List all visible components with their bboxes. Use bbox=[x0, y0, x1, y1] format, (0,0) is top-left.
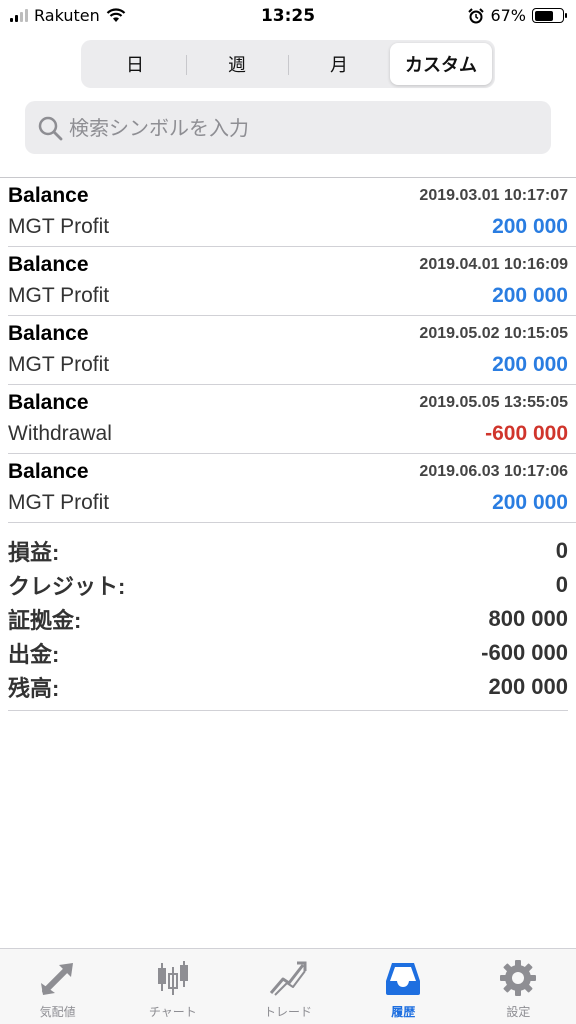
deal-row[interactable]: Balance 2019.05.05 13:55:05 Withdrawal -… bbox=[8, 385, 576, 454]
tab-chart[interactable]: チャート bbox=[115, 949, 230, 1024]
summary-label: 証拠金: bbox=[8, 608, 82, 633]
quotes-icon bbox=[40, 963, 73, 995]
tab-month[interactable]: 月 bbox=[288, 43, 390, 85]
deal-row[interactable]: Balance 2019.06.03 10:17:06 MGT Profit 2… bbox=[8, 454, 576, 523]
tab-label: チャート bbox=[148, 1005, 197, 1019]
deal-amount: 200 000 bbox=[492, 491, 568, 514]
status-right: 67% bbox=[468, 6, 567, 25]
tab-history[interactable]: 履歴 bbox=[346, 949, 461, 1024]
deal-comment: MGT Profit bbox=[8, 215, 110, 238]
summary-row-deposit: 証拠金: 800 000 bbox=[8, 602, 568, 636]
trade-icon bbox=[269, 961, 307, 996]
tab-label: トレード bbox=[264, 1005, 313, 1019]
history-icon bbox=[386, 963, 421, 995]
summary-label: クレジット: bbox=[8, 574, 126, 599]
battery-fill bbox=[534, 10, 553, 21]
deal-type: Balance bbox=[8, 253, 89, 276]
period-segmented-control: 日 週 月 カスタム bbox=[81, 40, 495, 88]
deal-comment: MGT Profit bbox=[8, 491, 110, 514]
summary-value: -600 000 bbox=[481, 640, 568, 665]
deal-type: Balance bbox=[8, 184, 89, 207]
deal-type: Balance bbox=[8, 322, 89, 345]
summary-row-balance: 残高: 200 000 bbox=[8, 670, 568, 704]
summary-row-credit: クレジット: 0 bbox=[8, 568, 568, 602]
deal-amount: -600 000 bbox=[485, 422, 568, 445]
deal-comment: MGT Profit bbox=[8, 284, 110, 307]
tab-week[interactable]: 週 bbox=[186, 43, 288, 85]
search-icon bbox=[38, 116, 63, 140]
summary-row-withdrawal: 出金: -600 000 bbox=[8, 636, 568, 670]
battery-percent: 67% bbox=[490, 6, 526, 25]
summary-row-profit: 損益: 0 bbox=[8, 534, 568, 568]
tab-custom[interactable]: カスタム bbox=[390, 43, 492, 85]
status-bar: Rakuten 13:25 67% bbox=[0, 0, 576, 34]
deal-type: Balance bbox=[8, 391, 89, 414]
tab-quotes[interactable]: 気配値 bbox=[0, 949, 115, 1024]
summary-value: 200 000 bbox=[488, 674, 568, 699]
deal-comment: MGT Profit bbox=[8, 353, 110, 376]
deal-amount: 200 000 bbox=[492, 353, 568, 376]
settings-icon bbox=[500, 960, 537, 996]
bottom-tab-bar: 気配値 チャート トレード 履歴 設定 bbox=[0, 948, 576, 1024]
summary-label: 残高: bbox=[8, 676, 60, 701]
search-bar[interactable] bbox=[25, 101, 551, 154]
history-list: Balance 2019.03.01 10:17:07 MGT Profit 2… bbox=[0, 178, 576, 523]
deal-type: Balance bbox=[8, 460, 89, 483]
chart-icon bbox=[157, 961, 188, 995]
deal-time: 2019.03.01 10:17:07 bbox=[419, 187, 568, 204]
deal-row[interactable]: Balance 2019.05.02 10:15:05 MGT Profit 2… bbox=[8, 316, 576, 385]
deal-amount: 200 000 bbox=[492, 215, 568, 238]
summary-label: 出金: bbox=[8, 642, 60, 667]
deal-time: 2019.06.03 10:17:06 bbox=[419, 463, 568, 480]
deal-time: 2019.04.01 10:16:09 bbox=[419, 256, 568, 273]
summary-block: 損益: 0 クレジット: 0 証拠金: 800 000 出金: -600 000… bbox=[8, 534, 568, 711]
alarm-icon bbox=[468, 7, 485, 23]
deal-amount: 200 000 bbox=[492, 284, 568, 307]
tab-label: 履歴 bbox=[391, 1005, 416, 1019]
search-input[interactable] bbox=[69, 115, 519, 140]
summary-value: 0 bbox=[555, 538, 568, 563]
tab-day[interactable]: 日 bbox=[84, 43, 186, 85]
deal-row[interactable]: Balance 2019.04.01 10:16:09 MGT Profit 2… bbox=[8, 247, 576, 316]
summary-value: 800 000 bbox=[488, 606, 568, 631]
tab-trade[interactable]: トレード bbox=[230, 949, 345, 1024]
battery-icon bbox=[532, 8, 567, 23]
tab-label: 設定 bbox=[506, 1005, 531, 1019]
deal-row[interactable]: Balance 2019.03.01 10:17:07 MGT Profit 2… bbox=[8, 178, 576, 247]
deal-time: 2019.05.05 13:55:05 bbox=[419, 394, 568, 411]
summary-value: 0 bbox=[555, 572, 568, 597]
summary-label: 損益: bbox=[8, 540, 60, 565]
deal-time: 2019.05.02 10:15:05 bbox=[419, 325, 568, 342]
deal-comment: Withdrawal bbox=[8, 422, 112, 445]
tab-label: 気配値 bbox=[39, 1005, 76, 1019]
tab-settings[interactable]: 設定 bbox=[461, 949, 576, 1024]
